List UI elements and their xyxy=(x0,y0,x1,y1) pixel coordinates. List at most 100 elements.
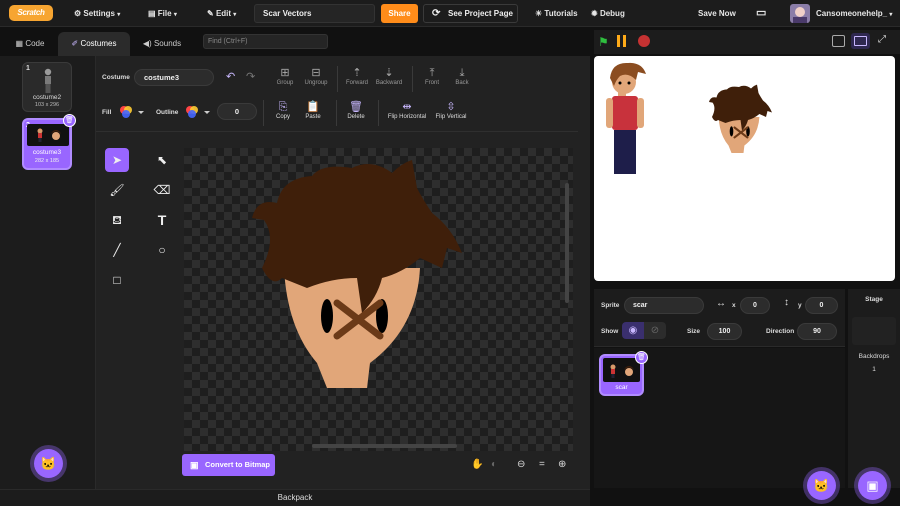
fullscreen-icon[interactable]: ⤢ xyxy=(878,34,886,45)
trash-icon: 🗑 xyxy=(637,354,646,361)
zoom-reset-button[interactable]: = xyxy=(539,459,545,470)
redo-icon[interactable]: ↷ xyxy=(246,70,255,83)
text-tool[interactable]: T xyxy=(150,208,174,232)
see-project-page-button[interactable]: ⟳ See Project Page xyxy=(423,4,518,23)
save-now-button[interactable]: Save Now xyxy=(698,0,736,27)
choose-backdrop-button[interactable]: ▣ xyxy=(858,471,887,500)
trash-icon: 🗑 xyxy=(65,117,74,124)
folder-icon[interactable]: ▭ xyxy=(756,0,766,27)
tab-code[interactable]: ▦ Code xyxy=(4,32,56,56)
delete-costume-button[interactable]: 🗑 xyxy=(63,114,76,127)
choose-sprite-button[interactable]: 🐱 xyxy=(807,471,836,500)
chevron-down-icon: ▾ xyxy=(173,12,177,18)
undo-icon[interactable]: ↶ xyxy=(226,70,235,83)
ungroup-button[interactable]: ⊟ Ungroup xyxy=(296,66,336,86)
sprite-name-input[interactable]: scar xyxy=(624,297,704,314)
eye-icon: ◉ xyxy=(628,325,638,336)
avatar[interactable] xyxy=(790,4,810,23)
stage-header: ⚑ ⤢ xyxy=(594,30,900,54)
sprite-item-selected[interactable]: scar 🗑 xyxy=(599,351,648,396)
size-input[interactable]: 100 xyxy=(707,323,742,340)
rectangle-tool[interactable]: □ xyxy=(105,268,129,292)
find-input[interactable]: Find (Ctrl+F) xyxy=(203,34,328,49)
hide-sprite-toggle[interactable]: ⊘ xyxy=(644,322,666,339)
direction-input[interactable]: 90 xyxy=(797,323,837,340)
choose-costume-button[interactable]: 🐱 xyxy=(34,449,63,478)
show-sprite-toggle[interactable]: ◉ xyxy=(622,322,644,339)
back-button[interactable]: ⤓ Back xyxy=(442,66,482,86)
stage-canvas[interactable] xyxy=(594,56,895,281)
fill-color-picker[interactable] xyxy=(118,104,146,120)
vertical-scrollbar[interactable] xyxy=(565,183,569,303)
pencil-icon: ✎ xyxy=(207,9,214,18)
flip-horizontal-button[interactable]: ⇹ Flip Horizontal xyxy=(382,100,432,120)
speaker-icon: ◀) xyxy=(142,39,152,48)
eraser-tool[interactable]: ⌫ xyxy=(150,178,174,202)
zoom-out-icon[interactable]: ⊖ xyxy=(517,459,525,470)
image-icon: ▣ xyxy=(190,460,199,470)
costume-item[interactable]: 1 costume2 103 x 296 xyxy=(22,62,72,112)
stage-panel[interactable]: Stage Backdrops 1 ▣ xyxy=(848,289,900,500)
green-flag-icon[interactable]: ⚑ xyxy=(598,35,609,49)
sprite-list: scar 🗑 🐱 xyxy=(594,348,845,500)
paste-button[interactable]: 📋 Paste xyxy=(293,100,333,120)
brush-icon: 🖌 xyxy=(109,183,125,197)
eraser-icon: ⌫ xyxy=(153,183,171,197)
outline-color-picker[interactable] xyxy=(184,104,212,120)
select-tool[interactable]: ➤ xyxy=(105,148,129,172)
delete-sprite-button[interactable]: 🗑 xyxy=(635,351,648,364)
small-stage-icon[interactable] xyxy=(832,35,845,47)
color-swatch-icon xyxy=(120,106,144,118)
delete-button[interactable]: 🗑 Delete xyxy=(336,100,376,120)
tutorials-button[interactable]: ☀ Tutorials xyxy=(535,0,578,27)
tab-sounds[interactable]: ◀) Sounds xyxy=(134,32,190,56)
y-input[interactable]: 0 xyxy=(805,297,838,314)
share-button[interactable]: Share xyxy=(381,4,418,23)
boy-sprite-drawing xyxy=(606,62,646,174)
costume-thumbnail xyxy=(44,68,52,93)
lightbulb-icon: ☀ xyxy=(535,9,543,18)
horizontal-scrollbar[interactable] xyxy=(312,444,457,448)
normal-stage-button[interactable] xyxy=(851,33,870,49)
backward-icon: ⇣ xyxy=(384,67,394,79)
sprite-info-panel: Sprite scar ↔ x 0 ↕ y 0 Show ◉ ⊘ Size 10… xyxy=(594,289,845,347)
circle-tool[interactable]: ○ xyxy=(150,238,174,262)
trash-icon: 🗑 xyxy=(349,101,363,113)
stop-icon[interactable] xyxy=(638,35,650,47)
reshape-icon: ⬉ xyxy=(156,153,168,167)
fill-tool[interactable]: ⛾ xyxy=(105,208,129,232)
hand-tool-icon[interactable]: ✋ xyxy=(471,459,483,470)
paint-canvas[interactable] xyxy=(184,148,573,451)
convert-to-bitmap-button[interactable]: ▣ Convert to Bitmap xyxy=(182,454,275,476)
costume-name-input[interactable]: costume3 xyxy=(134,69,214,86)
paint-editor: Costume costume3 ↶ ↷ ⊞ Group ⊟ Ungroup ⇡ Fo… xyxy=(96,56,590,489)
account-menu[interactable]: Cansomeonehelp_ ▾ xyxy=(816,0,892,27)
pause-icon[interactable] xyxy=(616,35,628,47)
backpack-bar[interactable]: Backpack xyxy=(0,489,590,506)
circle-icon: ○ xyxy=(158,243,166,257)
file-menu[interactable]: ▤ File ▾ xyxy=(148,0,177,27)
debug-button[interactable]: ✹ Debug xyxy=(591,0,625,27)
scratch-logo[interactable]: Scratch xyxy=(9,5,53,21)
outline-width-input[interactable]: 0 xyxy=(217,103,257,120)
edit-menu[interactable]: ✎ Edit ▾ xyxy=(207,0,236,27)
line-tool[interactable]: ╱ xyxy=(105,238,129,262)
project-title-input[interactable]: Scar Vectors xyxy=(254,4,375,23)
reshape-tool[interactable]: ⬉ xyxy=(150,148,174,172)
zoom-in-icon[interactable]: ⊕ xyxy=(558,459,566,470)
brush-tool[interactable]: 🖌 xyxy=(105,178,129,202)
costume-thumbnail xyxy=(37,128,61,142)
backward-button[interactable]: ⇣ Backward xyxy=(369,66,409,86)
backdrop-add-icon: ▣ xyxy=(866,478,879,493)
tab-costumes[interactable]: ✐ Costumes xyxy=(58,32,130,56)
settings-menu[interactable]: ⚙ Settings ▾ xyxy=(74,0,120,27)
brightness-icon[interactable]: ◐ xyxy=(491,459,497,470)
chevron-down-icon: ▾ xyxy=(117,12,121,18)
text-icon: T xyxy=(157,212,167,228)
flip-vertical-button[interactable]: ⇳ Flip Vertical xyxy=(429,100,473,120)
bug-icon: ✹ xyxy=(591,9,598,18)
costume-item-selected[interactable]: 2 costume3 282 x 185 🗑 xyxy=(22,114,76,170)
x-input[interactable]: 0 xyxy=(740,297,770,314)
code-icon: ▦ xyxy=(15,39,24,48)
normal-stage-icon xyxy=(854,36,867,46)
